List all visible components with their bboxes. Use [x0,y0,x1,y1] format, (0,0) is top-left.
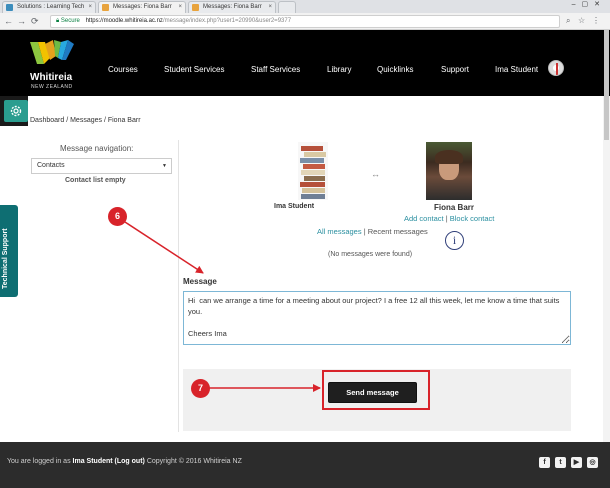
footer-login-info: You are logged in as Ima Student (Log ou… [7,458,242,465]
facebook-icon[interactable]: f [539,457,550,468]
scrollbar-track[interactable] [603,96,610,442]
youtube-icon[interactable]: ▶ [571,457,582,468]
annotation-step-6: 6 [108,207,127,226]
logout-link[interactable]: (Log out) [115,458,145,465]
footer-user-name[interactable]: Ima Student [73,458,113,465]
copyright-text: Copyright © 2016 Whitireia NZ [146,458,242,465]
annotation-step-7: 7 [191,379,210,398]
twitter-icon[interactable]: t [555,457,566,468]
scrollbar-thumb[interactable] [604,30,609,140]
logged-in-prefix: You are logged in as [7,458,71,465]
site-footer: You are logged in as Ima Student (Log ou… [0,442,610,488]
annotation-arrows [124,221,321,392]
instagram-icon[interactable]: ◎ [587,457,598,468]
